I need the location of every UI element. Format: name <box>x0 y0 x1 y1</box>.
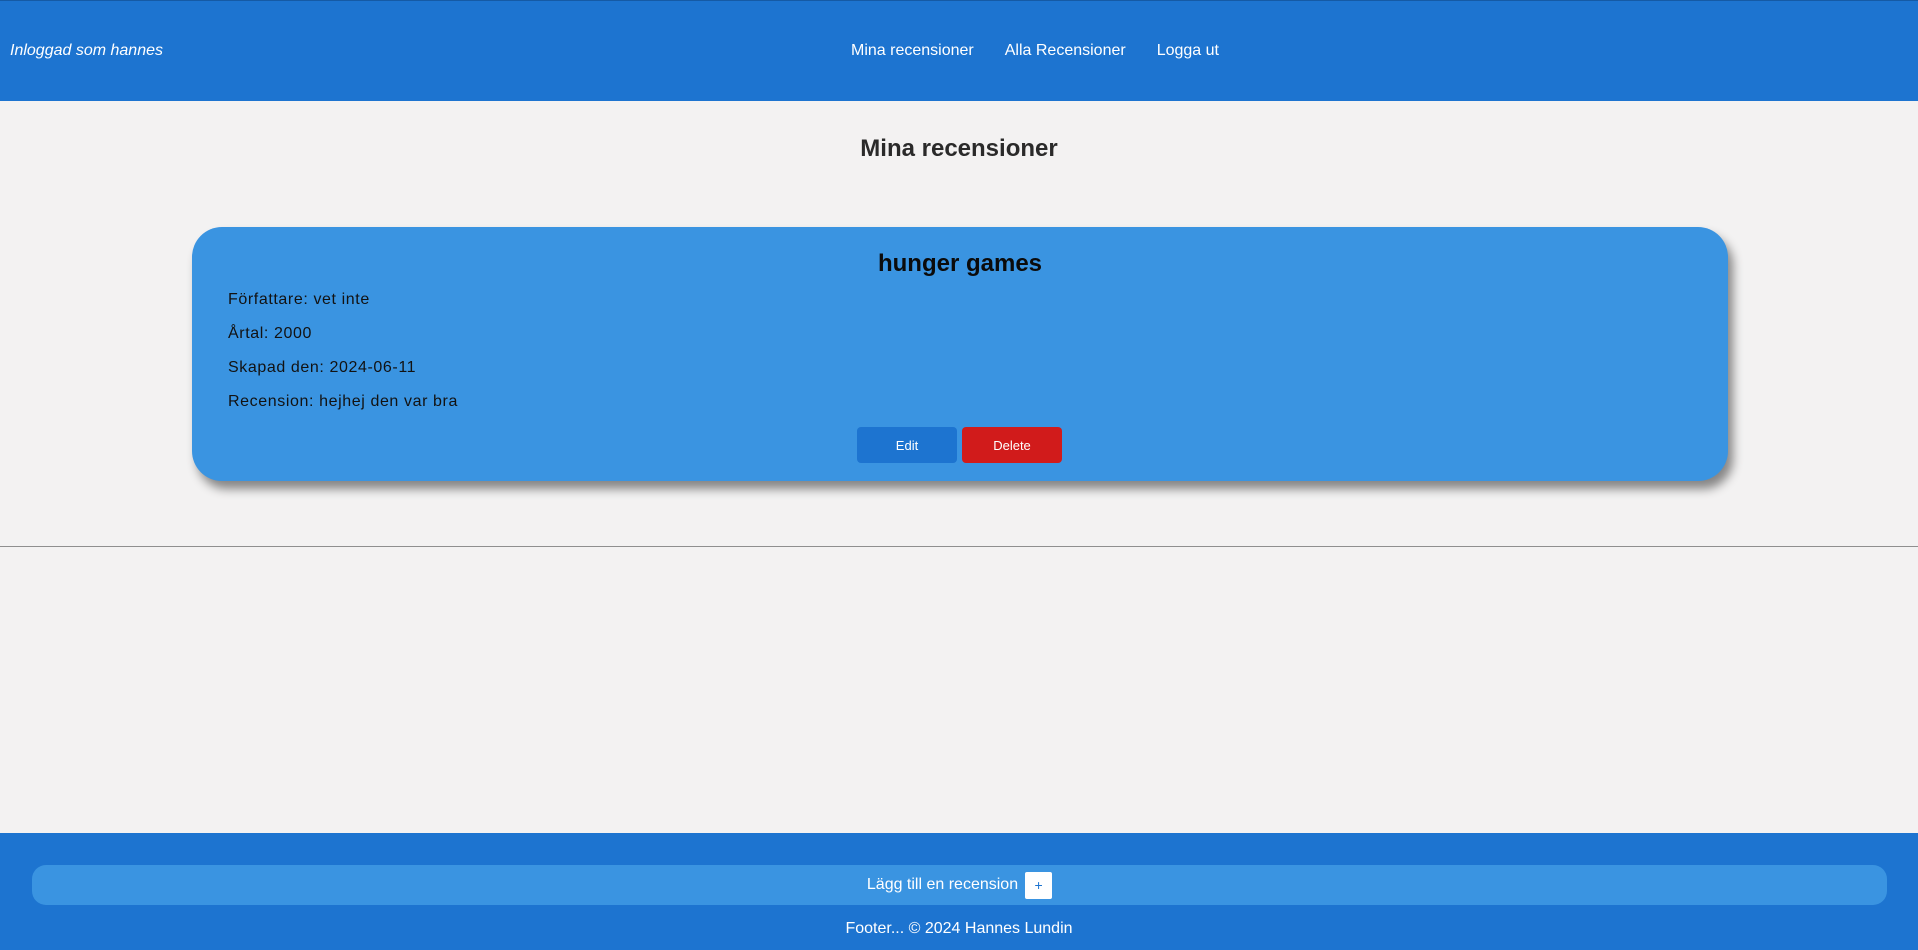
review-author: Författare: vet inte <box>228 291 370 308</box>
edit-button[interactable]: Edit <box>857 427 957 463</box>
delete-button[interactable]: Delete <box>962 427 1062 463</box>
footer-copyright: Footer... © 2024 Hannes Lundin <box>845 920 1073 937</box>
site-footer: Lägg till en recension + Footer... © 202… <box>0 833 1918 950</box>
logged-in-text: Inloggad som hannes <box>10 42 163 59</box>
plus-icon[interactable]: + <box>1025 871 1053 899</box>
nav-link-logout[interactable]: Logga ut <box>1157 42 1219 60</box>
review-text: Recension: hejhej den var bra <box>228 393 458 410</box>
add-review-content: Lägg till en recension + <box>32 865 1887 905</box>
divider <box>0 546 1918 547</box>
nav-link-all-reviews[interactable]: Alla Recensioner <box>1005 42 1126 60</box>
review-year: Årtal: 2000 <box>228 325 312 342</box>
add-review-label: Lägg till en recension <box>866 876 1019 893</box>
main-nav: Mina recensioner Alla Recensioner Logga … <box>851 42 1219 60</box>
review-created-date: Skapad den: 2024-06-11 <box>228 359 417 376</box>
review-title: hunger games <box>877 250 1043 277</box>
review-card: hunger games Författare: vet inte Årtal:… <box>192 227 1728 481</box>
nav-link-my-reviews[interactable]: Mina recensioner <box>851 42 974 60</box>
site-header: Inloggad som hannes Mina recensioner All… <box>0 0 1918 101</box>
page-title: Mina recensioner <box>860 135 1058 162</box>
add-review-button[interactable]: Lägg till en recension + <box>32 865 1887 905</box>
